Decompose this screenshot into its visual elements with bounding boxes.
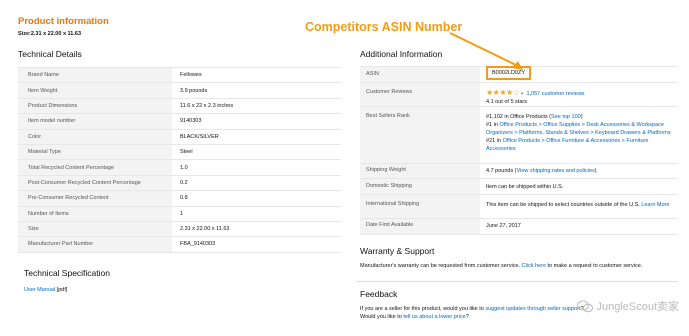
tech-details-value: 11.6 x 22 x 2.3 inches (172, 97, 341, 115)
tech-details-label: Color (18, 128, 172, 145)
warranty-click-here-link[interactable]: Click here (522, 263, 546, 269)
star-rating-icon[interactable]: ★★★★☆ (486, 88, 520, 97)
divider (356, 281, 678, 282)
tech-details-value: 1.0 (172, 159, 341, 176)
tech-details-row: Number of Items 1 (18, 205, 341, 222)
feedback-line1-text: If you are a seller for this product, wo… (360, 306, 484, 312)
tech-details-row: Post-Consumer Recycled Content Percentag… (18, 174, 341, 192)
tech-details-label: Item model number (18, 113, 172, 130)
shipping-weight-end: ) (594, 168, 597, 174)
intl-shipping-label: International Shipping (360, 194, 480, 220)
shipping-weight-row: Shipping Weight 4.7 pounds (View shippin… (360, 162, 678, 180)
tech-details-label: Material Type (18, 143, 172, 161)
date-first-available-value: June 27, 2017 (480, 218, 678, 235)
reviews-row: Customer Reviews ★★★★☆ ▾ 1,057 customer … (360, 82, 678, 107)
tech-details-row: Brand Name Fellowes (18, 66, 341, 84)
tech-details-label: Manufacturer Part Number (18, 236, 172, 253)
tech-details-label: Brand Name (18, 66, 172, 84)
bsr-label: Best Sellers Rank (360, 106, 480, 164)
tech-details-table: Brand Name Fellowes Item Weight 3.9 pounds P… (18, 66, 341, 253)
warranty-text-b: to make a request to customer service. (547, 263, 643, 269)
tech-details-row: Size 2.31 x 22.00 x 11.63 (18, 220, 341, 238)
rating-text: 4.1 out of 5 stars (486, 99, 527, 105)
tech-details-value: Steel (172, 143, 341, 161)
bsr-category-link-1[interactable]: Office Products > Office Supplies > Desk… (486, 122, 671, 136)
tech-details-label: Item Weight (18, 82, 172, 99)
bsr-line1-text: #1,102 in Office Products ( (486, 114, 552, 120)
tech-details-label: Size (18, 220, 172, 238)
additional-info-title: Additional Information (360, 49, 443, 59)
asin-value-box: B0002LD0ZY (486, 66, 532, 80)
additional-info-table: ASIN B0002LD0ZY Customer Reviews ★★★★☆ ▾… (360, 66, 678, 235)
chevron-down-icon[interactable]: ▾ (521, 91, 524, 97)
intl-shipping-row: International Shipping This item can be … (360, 194, 678, 220)
tech-details-row: Total Recycled Content Percentage 1.0 (18, 159, 341, 176)
lower-price-link[interactable]: tell us about a lower price (403, 314, 465, 320)
tech-details-label: Total Recycled Content Percentage (18, 159, 172, 176)
size-line: Size:2.31 x 22.00 x 11.63 (18, 31, 81, 37)
tech-details-label: Product Dimensions (18, 97, 172, 115)
shipping-rates-link[interactable]: View shipping rates and policies (517, 168, 595, 174)
manual-suffix: [pdf] (56, 287, 68, 293)
size-label: Size: (18, 31, 31, 37)
watermark: JungleScout卖家 (577, 298, 679, 314)
suggest-updates-link[interactable]: suggest updates through seller support (485, 306, 580, 312)
bsr-row: Best Sellers Rank #1,102 in Office Produ… (360, 106, 678, 164)
tech-details-value: 1 (172, 205, 341, 222)
tech-details-row: Manufacturer Part Number FBA_9140303 (18, 236, 341, 253)
tech-details-value: BLACK/SILVER (172, 128, 341, 145)
tech-details-value: FBA_9140303 (172, 236, 341, 253)
warranty-text-a: Manufacturer's warranty can be requested… (360, 263, 521, 269)
tech-details-title: Technical Details (18, 49, 82, 59)
reviews-label: Customer Reviews (360, 82, 480, 107)
domestic-shipping-row: Domestic Shipping Item can be shipped wi… (360, 178, 678, 196)
wechat-icon (577, 300, 594, 312)
tech-details-row: Material Type Steel (18, 143, 341, 161)
tech-details-value: 0.2 (172, 174, 341, 192)
domestic-shipping-label: Domestic Shipping (360, 178, 480, 196)
tech-details-label: Pre-Consumer Recycled Content (18, 190, 172, 207)
asin-row: ASIN B0002LD0ZY (360, 66, 678, 83)
tech-details-value: Fellowes (172, 66, 341, 84)
tech-spec-title: Technical Specification (24, 268, 110, 278)
tech-details-row: Pre-Consumer Recycled Content 0.8 (18, 190, 341, 207)
learn-more-link[interactable]: Learn More (641, 202, 669, 208)
size-value: 2.31 x 22.00 x 11.63 (30, 31, 82, 37)
date-first-available-label: Date First Available (360, 218, 480, 235)
manual-line: User Manual [pdf] (24, 287, 67, 293)
bsr-line2-text: #1 in (486, 122, 500, 128)
bsr-line3-text: #21 in (486, 138, 503, 144)
user-manual-link[interactable]: User Manual (24, 287, 55, 293)
tech-details-value: 3.9 pounds (172, 82, 341, 99)
see-top-100-link[interactable]: See top 100 (551, 114, 581, 120)
tech-details-row: Product Dimensions 11.6 x 22 x 2.3 inches (18, 97, 341, 115)
warranty-title: Warranty & Support (360, 246, 435, 256)
review-count-link[interactable]: 1,057 customer reviews (526, 91, 584, 97)
shipping-weight-label: Shipping Weight (360, 162, 480, 180)
tech-details-label: Number of Items (18, 205, 172, 222)
tech-details-row: Color BLACK/SILVER (18, 128, 341, 145)
tech-details-value: 2.31 x 22.00 x 11.63 (172, 220, 341, 238)
tech-details-row: Item model number 9140303 (18, 113, 341, 130)
bsr-category-link-2[interactable]: Office Products > Office Furniture & Acc… (486, 138, 648, 152)
shipping-weight-value: 4.7 pounds ( (486, 168, 517, 174)
warranty-text: Manufacturer's warranty can be requested… (360, 262, 678, 270)
product-info-title: Product information (18, 16, 109, 27)
asin-label: ASIN (360, 66, 480, 83)
bsr-line1-end: ) (580, 114, 583, 120)
tech-details-row: Item Weight 3.9 pounds (18, 82, 341, 99)
feedback-line2-text: Would you like to (360, 314, 402, 320)
tech-details-value: 0.8 (172, 190, 341, 207)
intl-shipping-value: This item can be shipped to select count… (486, 202, 640, 209)
watermark-text: JungleScout卖家 (596, 301, 679, 313)
domestic-shipping-value: Item can be shipped within U.S. (480, 178, 678, 196)
date-first-available-row: Date First Available June 27, 2017 (360, 218, 678, 235)
feedback-title: Feedback (360, 289, 398, 299)
tech-details-label: Post-Consumer Recycled Content Percentag… (18, 174, 172, 192)
feedback-line2-end: ? (465, 314, 469, 320)
tech-details-value: 9140303 (172, 113, 341, 130)
